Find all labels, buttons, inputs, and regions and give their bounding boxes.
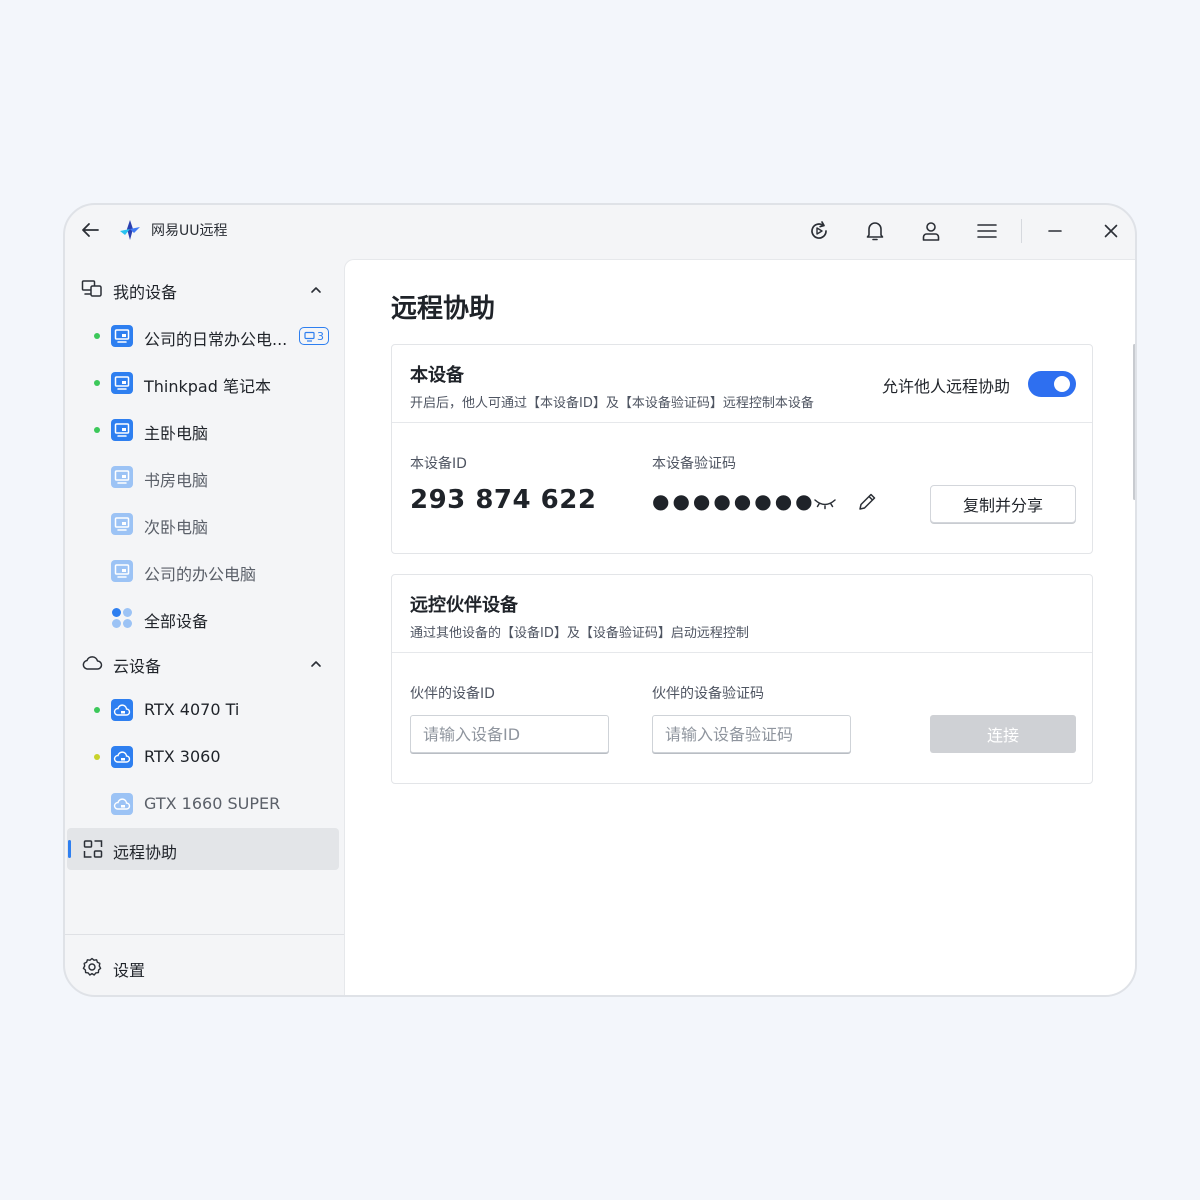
scrollbar[interactable]: [1133, 344, 1135, 500]
sidebar-divider: [65, 934, 344, 935]
partner-code-label: 伙伴的设备验证码: [652, 686, 764, 702]
monitor-icon: [111, 372, 133, 394]
sidebar: 我的设备 公司的日常办公电... 3 Thinkpad 笔记本 主卧电脑 书房电…: [65, 259, 344, 995]
title-bar: 网易UU远程: [65, 205, 1135, 259]
sidebar-item-all-devices[interactable]: 全部设备: [65, 598, 344, 638]
remote-assist-icon: [83, 839, 103, 859]
online-status-dot: [94, 380, 100, 386]
device-code-label: 本设备验证码: [652, 456, 736, 472]
all-devices-label: 全部设备: [144, 612, 209, 631]
app-window: 网易UU远程 我的设备 公司的日常办公电... 3 Thinkpad 笔记本 主…: [63, 203, 1137, 997]
copy-share-button[interactable]: 复制并分享: [930, 485, 1076, 523]
main-content: 远程协助 本设备 开启后，他人可通过【本设备ID】及【本设备验证码】远程控制本设…: [344, 259, 1135, 995]
sidebar-item-device[interactable]: 主卧电脑: [65, 410, 344, 450]
group-my-devices[interactable]: 我的设备: [65, 269, 344, 309]
this-device-card: 本设备 开启后，他人可通过【本设备ID】及【本设备验证码】远程控制本设备 允许他…: [391, 344, 1093, 554]
screen-count-badge: 3: [299, 327, 329, 345]
group-label: 我的设备: [113, 283, 178, 302]
titlebar-separator: [1021, 219, 1022, 243]
device-code-masked: ●●●●●●●●: [652, 489, 816, 513]
app-logo-icon: [119, 219, 141, 241]
chevron-up-icon[interactable]: [309, 656, 323, 670]
monitor-icon: [111, 419, 133, 441]
group-cloud-devices[interactable]: 云设备: [65, 643, 344, 683]
online-status-dot: [94, 333, 100, 339]
grid-dots-icon: [111, 607, 133, 629]
online-status-dot: [94, 707, 100, 713]
partner-device-card: 远控伙伴设备 通过其他设备的【设备ID】及【设备验证码】启动远程控制 伙伴的设备…: [391, 574, 1093, 784]
partner-id-input[interactable]: [410, 715, 609, 753]
card-header: 远控伙伴设备 通过其他设备的【设备ID】及【设备验证码】启动远程控制: [392, 575, 1092, 653]
toggle-knob: [1054, 376, 1070, 392]
minimize-icon[interactable]: [1043, 219, 1067, 243]
device-name: RTX 4070 Ti: [144, 700, 240, 719]
screen-count: 3: [317, 329, 324, 343]
monitor-icon: [111, 513, 133, 535]
sidebar-item-cloud-device[interactable]: GTX 1660 SUPER: [65, 784, 344, 824]
card-title: 本设备: [410, 365, 464, 386]
monitor-icon: [111, 325, 133, 347]
sidebar-item-label: 远程协助: [113, 843, 178, 862]
connect-button[interactable]: 连接: [930, 715, 1076, 753]
devices-icon: [81, 279, 103, 299]
pencil-icon[interactable]: [856, 491, 878, 513]
card-header: 本设备 开启后，他人可通过【本设备ID】及【本设备验证码】远程控制本设备 允许他…: [392, 345, 1092, 423]
bell-icon[interactable]: [863, 219, 887, 243]
cloud-icon: [81, 653, 103, 673]
sidebar-item-cloud-device[interactable]: RTX 4070 Ti: [65, 690, 344, 730]
menu-icon[interactable]: [975, 219, 999, 243]
device-name: 公司的办公电脑: [144, 565, 257, 584]
device-name: 次卧电脑: [144, 518, 209, 537]
device-name: Thinkpad 笔记本: [144, 377, 271, 396]
card-title: 远控伙伴设备: [410, 595, 518, 616]
online-status-dot: [94, 427, 100, 433]
online-status-dot: [94, 754, 100, 760]
app-title: 网易UU远程: [151, 223, 228, 239]
allow-assist-toggle[interactable]: [1028, 371, 1076, 397]
monitor-icon: [111, 560, 133, 582]
back-arrow-icon[interactable]: [79, 219, 101, 241]
group-label: 云设备: [113, 657, 162, 676]
sidebar-item-device[interactable]: 公司的日常办公电... 3: [65, 316, 344, 356]
device-name: 书房电脑: [144, 471, 209, 490]
device-name: 公司的日常办公电...: [144, 330, 288, 349]
sidebar-item-device[interactable]: 次卧电脑: [65, 504, 344, 544]
device-name: RTX 3060: [144, 747, 221, 766]
chevron-up-icon[interactable]: [309, 282, 323, 296]
sidebar-item-device[interactable]: 公司的办公电脑: [65, 551, 344, 591]
card-description: 开启后，他人可通过【本设备ID】及【本设备验证码】远程控制本设备: [410, 396, 814, 411]
sidebar-item-label: 设置: [113, 961, 146, 980]
device-id-label: 本设备ID: [410, 456, 467, 472]
sidebar-item-device[interactable]: 书房电脑: [65, 457, 344, 497]
close-icon[interactable]: [1099, 219, 1123, 243]
eye-closed-icon[interactable]: [812, 493, 838, 513]
user-icon[interactable]: [919, 219, 943, 243]
cloud-monitor-icon: [111, 793, 133, 815]
allow-assist-label: 允许他人远程协助: [882, 377, 1011, 396]
cloud-monitor-icon: [111, 746, 133, 768]
card-description: 通过其他设备的【设备ID】及【设备验证码】启动远程控制: [410, 626, 749, 641]
sidebar-item-remote-assist[interactable]: 远程协助: [67, 828, 339, 870]
sidebar-item-device[interactable]: Thinkpad 笔记本: [65, 363, 344, 403]
partner-id-label: 伙伴的设备ID: [410, 686, 495, 702]
gear-icon: [82, 957, 102, 977]
monitor-icon: [111, 466, 133, 488]
active-indicator: [68, 840, 71, 858]
device-name: 主卧电脑: [144, 424, 209, 443]
device-id-value: 293 874 622: [410, 485, 597, 515]
sidebar-item-settings[interactable]: 设置: [65, 947, 344, 987]
screens-icon: [304, 331, 315, 342]
refresh-icon[interactable]: [807, 219, 831, 243]
device-name: GTX 1660 SUPER: [144, 794, 281, 813]
partner-code-input[interactable]: [652, 715, 851, 753]
sidebar-item-cloud-device[interactable]: RTX 3060: [65, 737, 344, 777]
cloud-monitor-icon: [111, 699, 133, 721]
page-title: 远程协助: [391, 294, 496, 324]
